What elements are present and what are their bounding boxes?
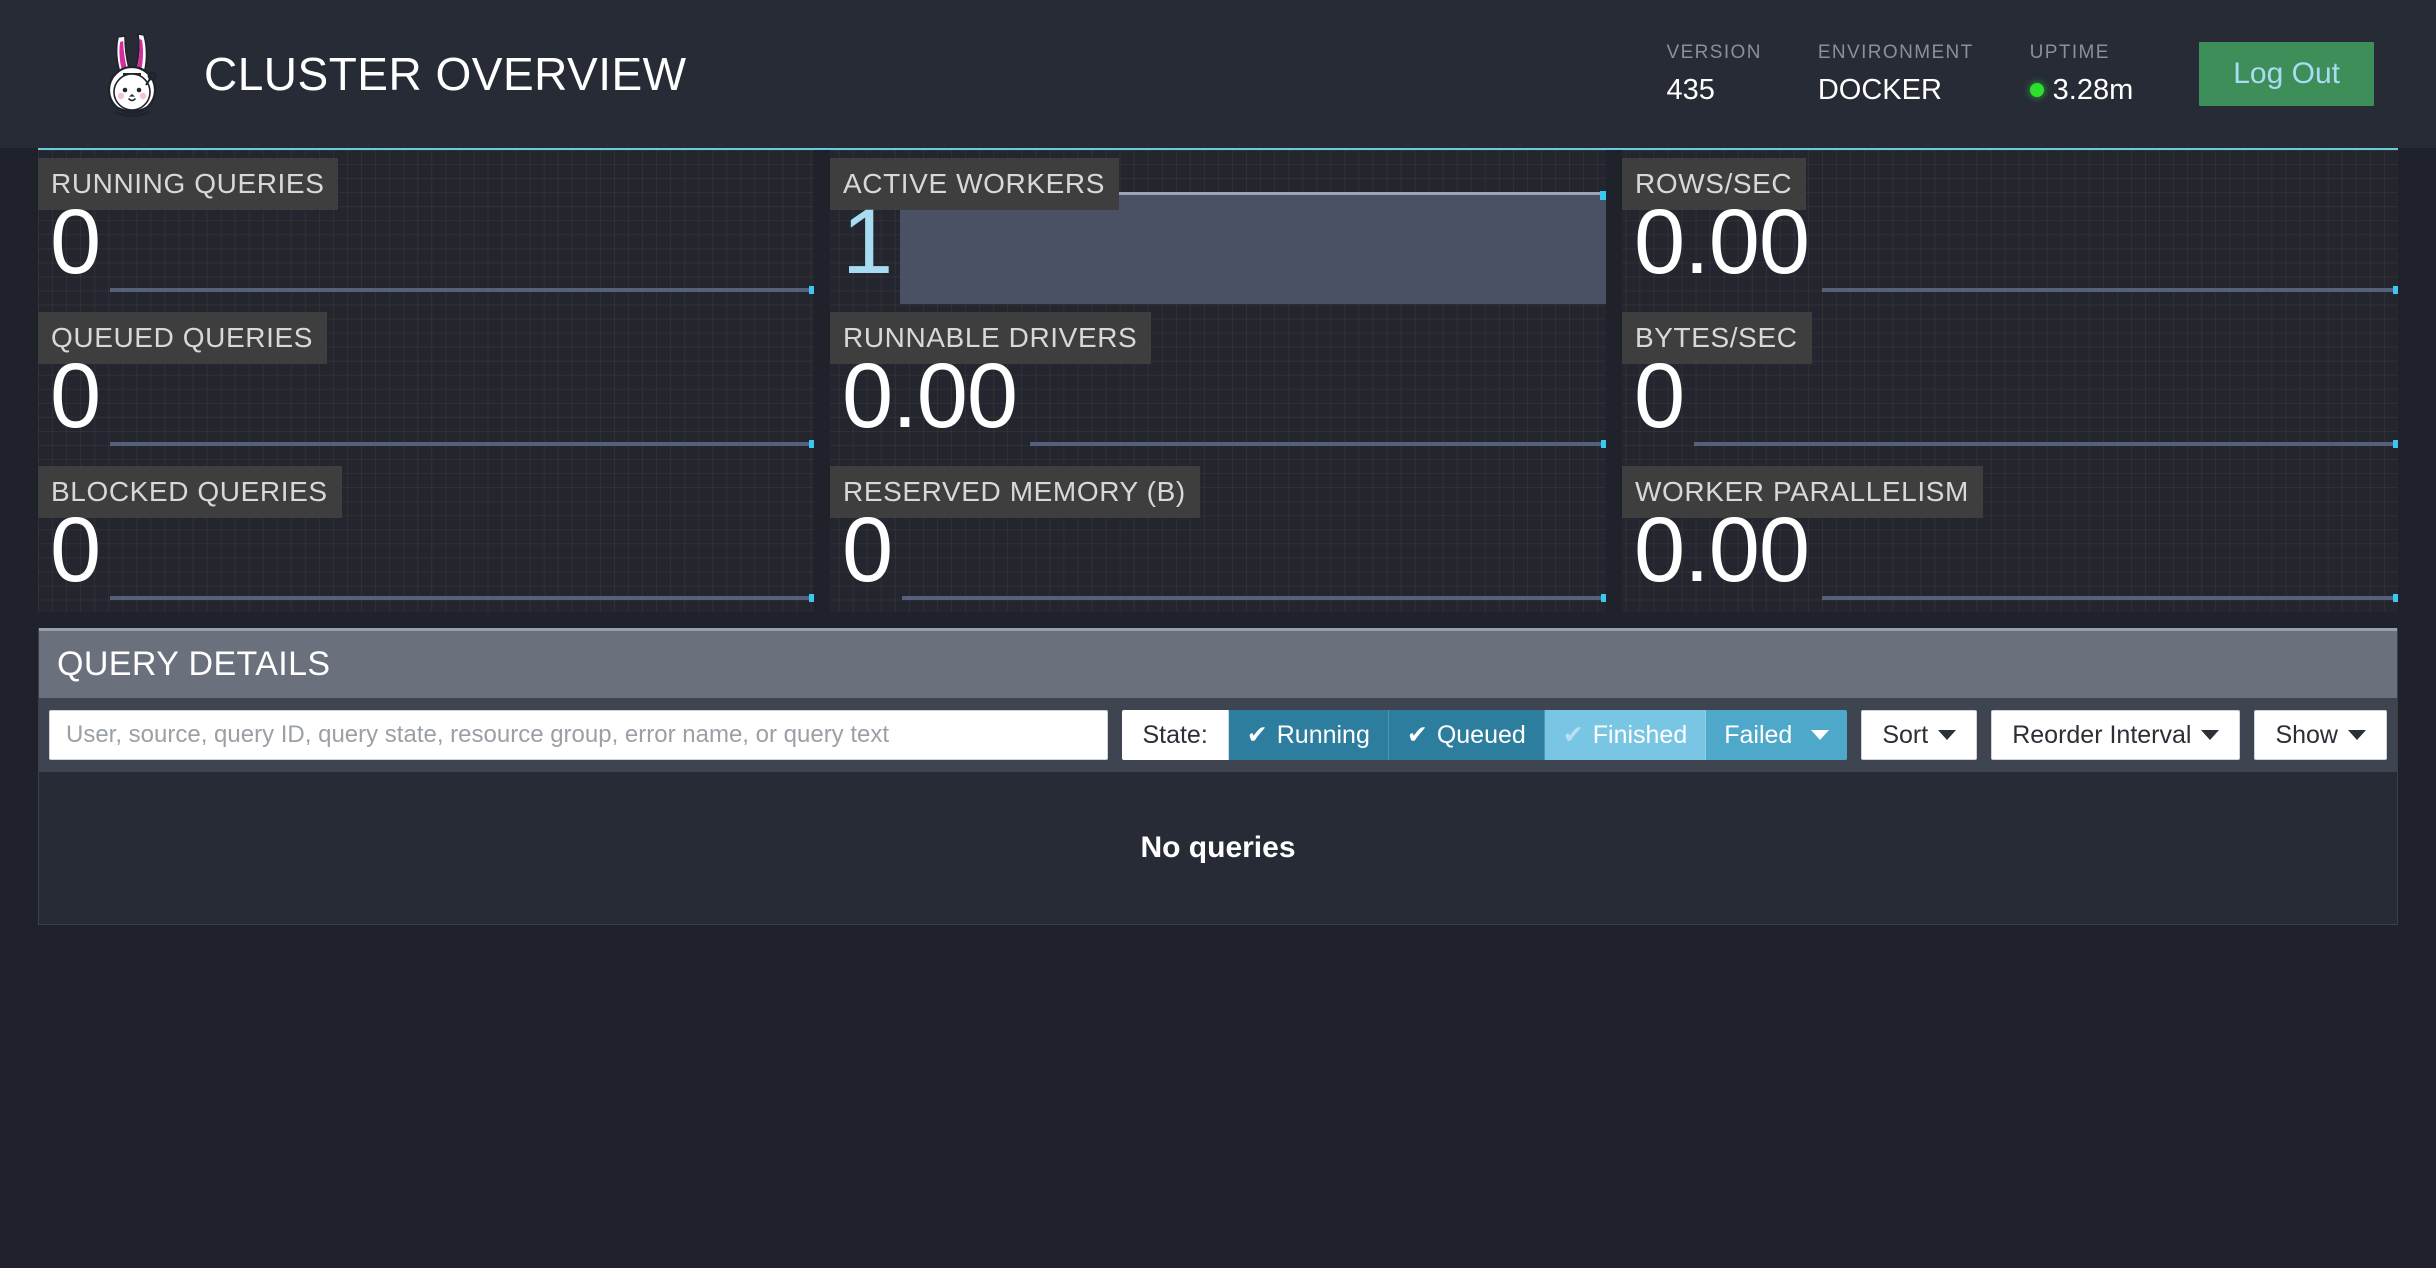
tile-value: 1 [842, 191, 893, 293]
sparkline [902, 594, 1606, 602]
tile-spacer [814, 458, 830, 612]
environment-label: ENVIRONMENT [1817, 41, 1974, 63]
metrics-row-2: QUEUED QUERIES 0 RUNNABLE DRIVERS 0.00 B… [38, 304, 2398, 458]
state-filter-queued[interactable]: ✔ Queued [1388, 710, 1545, 760]
reorder-interval-dropdown-label: Reorder Interval [2012, 720, 2192, 749]
tile-spacer [814, 304, 830, 458]
search-input[interactable] [49, 710, 1109, 760]
reorder-interval-dropdown[interactable]: Reorder Interval [1991, 710, 2241, 760]
tile-reserved-memory[interactable]: RESERVED MEMORY (B) 0 [830, 458, 1606, 612]
tile-worker-parallelism[interactable]: WORKER PARALLELISM 0.00 [1622, 458, 2398, 612]
version-stat: VERSION 435 [1639, 42, 1790, 107]
status-dot-icon [2029, 83, 2044, 97]
query-details-panel: QUERY DETAILS State: ✔ Running ✔ Queued … [38, 628, 2398, 925]
sparkline [110, 286, 814, 294]
tile-spacer [814, 150, 830, 304]
uptime-label: UPTIME [2029, 41, 2110, 63]
uptime-value: 3.28m [2052, 73, 2134, 106]
tile-bytes-per-sec[interactable]: BYTES/SEC 0 [1622, 304, 2398, 458]
state-filter-finished-label: Finished [1592, 720, 1688, 749]
state-filter-running[interactable]: ✔ Running [1228, 710, 1389, 760]
check-icon: ✔ [1406, 720, 1428, 749]
state-filter-label: State: [1122, 710, 1229, 760]
trino-bunny-astronaut-logo-icon [100, 31, 174, 117]
version-value: 435 [1666, 73, 1715, 106]
query-list-body: No queries [39, 772, 2397, 924]
query-details-title: QUERY DETAILS [57, 645, 331, 683]
app-header: CLUSTER OVERVIEW VERSION 435 ENVIRONMENT… [0, 0, 2436, 148]
sparkline [1694, 440, 2398, 448]
query-details-header: QUERY DETAILS [39, 628, 2397, 698]
chevron-down-icon [2348, 730, 2366, 740]
metrics-section: RUNNING QUERIES 0 ACTIVE WORKERS 1 ROWS/… [0, 150, 2436, 612]
tile-value: 0 [50, 191, 101, 293]
tile-value: 0 [50, 345, 101, 447]
tile-rows-per-sec[interactable]: ROWS/SEC 0.00 [1622, 150, 2398, 304]
tile-value: 0.00 [1634, 191, 1810, 293]
metrics-row-3: BLOCKED QUERIES 0 RESERVED MEMORY (B) 0 … [38, 458, 2398, 612]
sparkline [1030, 440, 1606, 448]
tile-blocked-queries[interactable]: BLOCKED QUERIES 0 [38, 458, 814, 612]
state-filter-running-label: Running [1276, 720, 1370, 749]
metrics-grid: RUNNING QUERIES 0 ACTIVE WORKERS 1 ROWS/… [38, 150, 2398, 612]
environment-stat: ENVIRONMENT DOCKER [1790, 42, 2002, 107]
sparkline [110, 594, 814, 602]
tile-active-workers[interactable]: ACTIVE WORKERS 1 [830, 150, 1606, 304]
uptime-stat: UPTIME 3.28m [2002, 42, 2162, 107]
check-icon: ✔ [1246, 720, 1268, 749]
state-filter-failed-label: Failed [1724, 720, 1793, 749]
sparkline [110, 440, 814, 448]
header-status-group: VERSION 435 ENVIRONMENT DOCKER UPTIME 3.… [1639, 42, 2374, 107]
metrics-row-1: RUNNING QUERIES 0 ACTIVE WORKERS 1 ROWS/… [38, 150, 2398, 304]
version-label: VERSION [1666, 41, 1762, 63]
brand: CLUSTER OVERVIEW [100, 31, 687, 117]
tile-value: 0 [842, 499, 893, 601]
sort-dropdown-label: Sort [1882, 720, 1929, 749]
tile-spacer [1606, 150, 1622, 304]
sparkline [1822, 594, 2398, 602]
state-filter-queued-label: Queued [1436, 720, 1526, 749]
tile-spacer [1606, 458, 1622, 612]
check-icon: ✔ [1562, 720, 1584, 749]
logout-button[interactable]: Log Out [2199, 42, 2374, 106]
tile-queued-queries[interactable]: QUEUED QUERIES 0 [38, 304, 814, 458]
chevron-down-icon [2201, 730, 2220, 740]
empty-state-message: No queries [1140, 831, 1296, 864]
state-filter-failed[interactable]: Failed [1706, 710, 1848, 760]
tile-value: 0 [1634, 345, 1685, 447]
chevron-down-icon [1811, 730, 1830, 740]
environment-value: DOCKER [1817, 73, 1942, 106]
tile-value: 0 [50, 499, 101, 601]
tile-spacer [1606, 304, 1622, 458]
show-dropdown-label: Show [2275, 720, 2338, 749]
page-title: CLUSTER OVERVIEW [204, 48, 687, 100]
state-filter-group: State: ✔ Running ✔ Queued ✔ Finished Fai… [1122, 710, 1848, 760]
query-details-toolbar: State: ✔ Running ✔ Queued ✔ Finished Fai… [39, 698, 2397, 772]
uptime-value-wrap: 3.28m [2029, 73, 2134, 107]
show-dropdown[interactable]: Show [2254, 710, 2387, 760]
sort-dropdown[interactable]: Sort [1861, 710, 1978, 760]
chevron-down-icon [1938, 730, 1957, 740]
tile-value: 0.00 [842, 345, 1018, 447]
state-filter-finished[interactable]: ✔ Finished [1544, 710, 1707, 760]
tile-running-queries[interactable]: RUNNING QUERIES 0 [38, 150, 814, 304]
tile-runnable-drivers[interactable]: RUNNABLE DRIVERS 0.00 [830, 304, 1606, 458]
tile-value: 0.00 [1634, 499, 1810, 601]
sparkline [1822, 286, 2398, 294]
